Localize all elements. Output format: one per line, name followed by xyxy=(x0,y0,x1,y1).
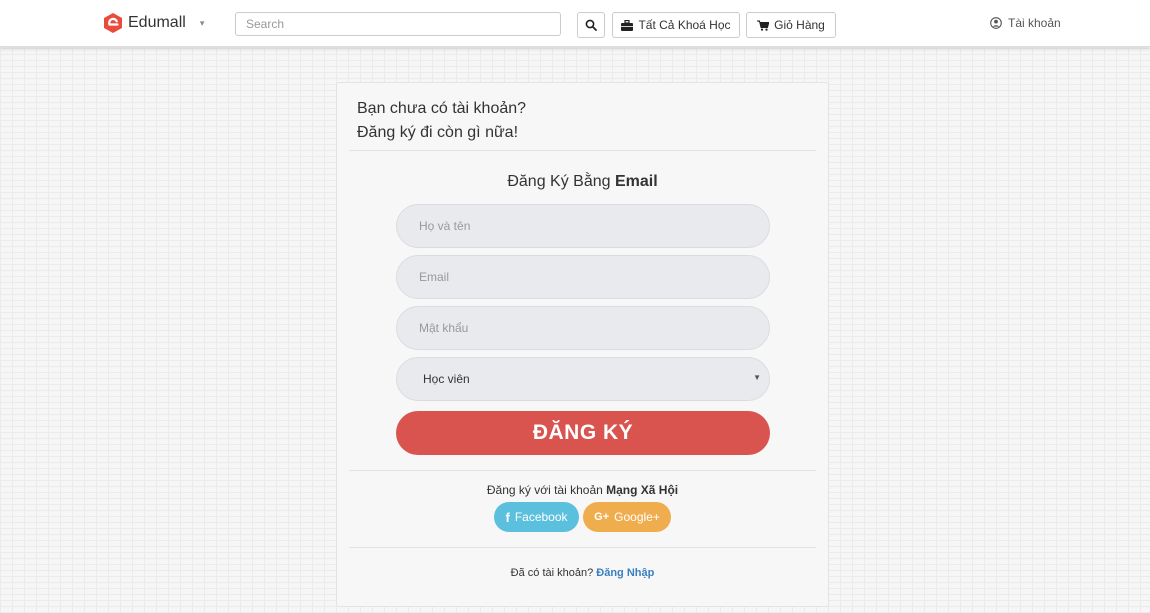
facebook-signup-button[interactable]: f Facebook xyxy=(494,502,579,532)
chevron-down-icon[interactable]: ▾ xyxy=(200,18,205,29)
google-signup-button[interactable]: G+ Google+ xyxy=(583,502,671,532)
signup-heading-line1: Bạn chưa có tài khoản? xyxy=(357,100,527,117)
cart-label: Giỏ Hàng xyxy=(774,18,825,32)
facebook-icon: f xyxy=(505,509,510,525)
dropdown-arrow-icon: ▼ xyxy=(753,373,761,382)
login-prompt: Đã có tài khoản? Đăng Nhập xyxy=(337,567,828,579)
social-signup-bold: Mạng Xã Hội xyxy=(606,483,679,497)
all-courses-button[interactable]: Tất Cả Khoá Học xyxy=(612,12,740,38)
divider xyxy=(349,547,816,548)
brand-name: Edumall xyxy=(128,14,186,31)
full-name-input[interactable] xyxy=(396,204,770,248)
cart-button[interactable]: Giỏ Hàng xyxy=(746,12,836,38)
briefcase-icon xyxy=(621,19,634,31)
register-button[interactable]: ĐĂNG KÝ xyxy=(396,411,770,455)
form-title: Đăng Ký Bằng Email xyxy=(337,173,828,191)
login-link[interactable]: Đăng Nhập xyxy=(596,567,654,579)
account-menu[interactable]: Tài khoản xyxy=(990,16,1061,30)
signup-heading: Bạn chưa có tài khoản? Đăng ký đi còn gì… xyxy=(357,97,526,145)
search-input[interactable] xyxy=(235,12,561,36)
signup-heading-line2: Đăng ký đi còn gì nữa! xyxy=(357,124,519,141)
role-select[interactable]: Học viên ▼ xyxy=(396,357,770,401)
form-title-bold: Email xyxy=(614,173,658,190)
google-label: Google+ xyxy=(614,510,660,524)
all-courses-label: Tất Cả Khoá Học xyxy=(638,18,731,32)
facebook-label: Facebook xyxy=(514,510,568,524)
email-input[interactable] xyxy=(396,255,770,299)
divider xyxy=(349,470,816,471)
social-signup-text: Đăng ký với tài khoản Mạng Xã Hội xyxy=(337,483,828,497)
account-label: Tài khoản xyxy=(1008,16,1061,30)
password-input[interactable] xyxy=(396,306,770,350)
brand-logo-link[interactable]: Edumall ▾ xyxy=(102,11,204,35)
cart-icon xyxy=(757,20,770,31)
form-title-prefix: Đăng Ký Bằng xyxy=(507,173,615,190)
google-plus-icon: G+ xyxy=(594,511,610,523)
divider xyxy=(349,150,816,151)
social-signup-prefix: Đăng ký với tài khoản xyxy=(486,483,607,497)
edumall-logo-icon xyxy=(104,13,122,33)
signup-card: Bạn chưa có tài khoản? Đăng ký đi còn gì… xyxy=(336,82,829,607)
role-select-value: Học viên xyxy=(423,372,470,386)
top-navbar: Edumall ▾ Tất Cả Khoá Học Giỏ Hàng xyxy=(0,0,1150,47)
search-button[interactable] xyxy=(577,12,605,38)
search-icon xyxy=(585,19,597,31)
user-circle-icon xyxy=(990,17,1002,29)
have-account-text: Đã có tài khoản? xyxy=(510,567,597,579)
